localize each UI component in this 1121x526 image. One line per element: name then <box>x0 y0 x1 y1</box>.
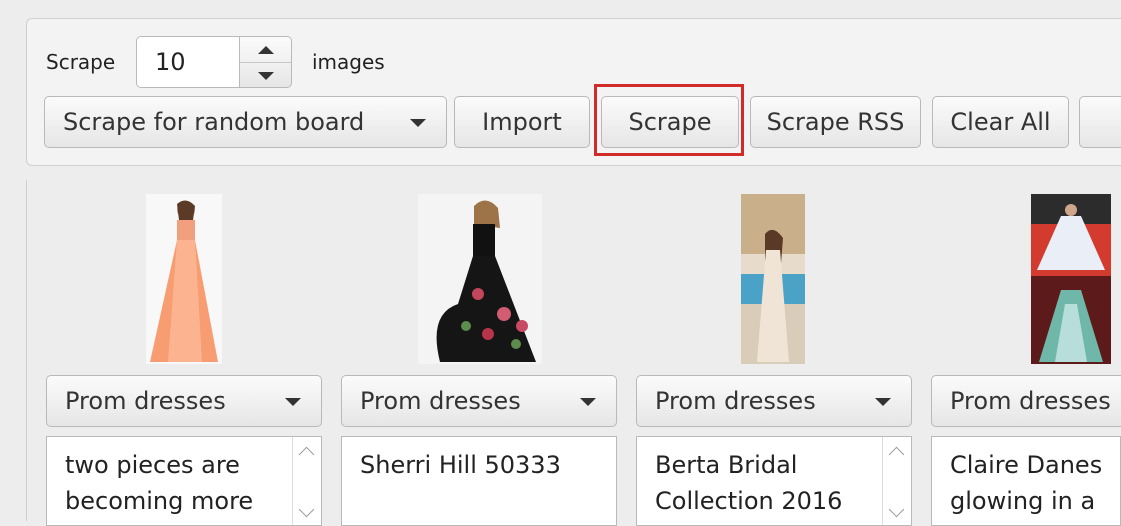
caret-down-icon <box>257 71 274 80</box>
textarea-scrollbar[interactable] <box>882 437 911 525</box>
scrape-button-highlight <box>594 84 744 156</box>
card-board-select[interactable]: Prom dresses <box>931 375 1121 427</box>
chevron-down-icon <box>298 501 315 518</box>
textarea-scrollbar[interactable] <box>292 437 321 525</box>
card-board-label: Prom dresses <box>360 387 521 415</box>
chevron-up-icon <box>888 446 905 463</box>
toolbar-overflow-button[interactable] <box>1079 96 1121 148</box>
card-board-select[interactable]: Prom dresses <box>341 375 617 427</box>
dress-thumbnail[interactable] <box>741 194 805 364</box>
image-count-spinner <box>240 36 292 88</box>
card-description-textarea[interactable]: Berta Bridal Collection 2016 <box>636 436 912 526</box>
card-description-text: Claire Danes glowing in a <box>950 451 1103 515</box>
dress-thumbnail[interactable] <box>1031 194 1111 364</box>
chevron-down-icon <box>285 398 301 406</box>
image-count-field[interactable]: 10 <box>136 36 240 88</box>
card-description-textarea[interactable]: two pieces are becoming more <box>46 436 322 526</box>
clear-all-button[interactable]: Clear All <box>932 96 1069 148</box>
card-board-label: Prom dresses <box>655 387 816 415</box>
scrape-count-label: Scrape <box>46 50 116 74</box>
increment-button[interactable] <box>240 37 291 63</box>
chevron-down-icon <box>410 119 426 127</box>
board-select-label: Scrape for random board <box>63 108 365 136</box>
import-button[interactable]: Import <box>454 96 590 148</box>
dress-thumbnail[interactable] <box>418 194 542 364</box>
card-description-text: two pieces are becoming more <box>65 451 254 515</box>
chevron-down-icon <box>580 398 596 406</box>
board-select[interactable]: Scrape for random board <box>44 96 447 148</box>
card-board-label: Prom dresses <box>65 387 226 415</box>
caret-up-icon <box>257 45 274 54</box>
card-description-textarea[interactable]: Claire Danes glowing in a <box>931 436 1121 526</box>
card-board-select[interactable]: Prom dresses <box>636 375 912 427</box>
chevron-up-icon <box>298 446 315 463</box>
chevron-down-icon <box>888 501 905 518</box>
card-board-select[interactable]: Prom dresses <box>46 375 322 427</box>
decrement-button[interactable] <box>240 63 291 88</box>
card-description-text: Sherri Hill 50333 <box>360 451 561 479</box>
card-description-textarea[interactable]: Sherri Hill 50333 <box>341 436 617 526</box>
card-description-text: Berta Bridal Collection 2016 <box>655 451 843 515</box>
dress-thumbnail[interactable] <box>146 194 222 364</box>
scrape-rss-button[interactable]: Scrape RSS <box>750 96 921 148</box>
card-board-label: Prom dresses <box>950 387 1111 415</box>
images-label: images <box>312 50 385 74</box>
chevron-down-icon <box>875 398 891 406</box>
